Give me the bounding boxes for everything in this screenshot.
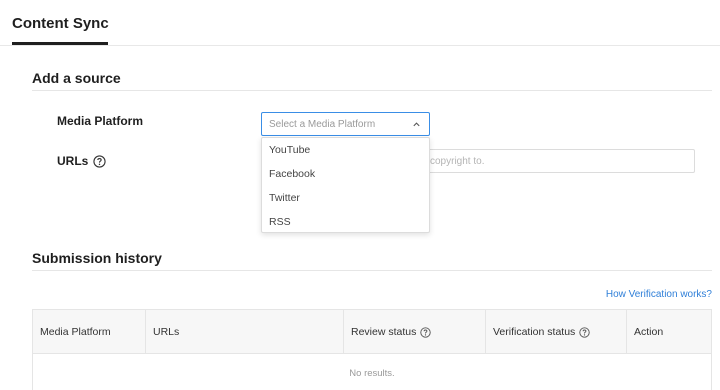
- active-tab-indicator: [12, 42, 108, 45]
- tab-bar: Content Sync: [0, 0, 720, 46]
- submission-history-divider: [32, 270, 712, 271]
- chevron-up-icon: [412, 120, 421, 129]
- add-source-divider: [32, 90, 712, 91]
- media-platform-select[interactable]: Select a Media Platform: [261, 112, 430, 136]
- urls-label: URLs: [57, 154, 106, 168]
- column-header-urls: URLs: [146, 310, 344, 354]
- media-platform-label: Media Platform: [57, 114, 143, 128]
- column-header-label: Action: [634, 326, 664, 338]
- column-header-media-platform: Media Platform: [33, 310, 146, 354]
- submission-history-table: Media Platform URLs Review status Verifi…: [32, 309, 712, 390]
- help-circle-icon[interactable]: [93, 154, 106, 168]
- submission-history-title: Submission history: [32, 250, 162, 266]
- column-header-verification-status: Verification status: [486, 310, 627, 354]
- help-circle-icon[interactable]: [579, 326, 590, 338]
- dropdown-option-youtube[interactable]: YouTube: [262, 138, 429, 162]
- tab-content-sync[interactable]: Content Sync: [12, 15, 109, 32]
- column-header-action: Action: [627, 310, 711, 354]
- column-header-label: Media Platform: [40, 326, 111, 338]
- dropdown-option-twitter[interactable]: Twitter: [262, 186, 429, 210]
- column-header-label: URLs: [153, 326, 180, 338]
- column-header-label: Verification status: [493, 326, 576, 338]
- dropdown-option-facebook[interactable]: Facebook: [262, 162, 429, 186]
- help-circle-icon[interactable]: [420, 326, 432, 338]
- dropdown-option-rss[interactable]: RSS: [262, 210, 429, 234]
- table-header: Media Platform URLs Review status Verifi…: [33, 310, 711, 354]
- column-header-review-status: Review status: [344, 310, 486, 354]
- urls-label-text: URLs: [57, 154, 89, 168]
- media-platform-dropdown: YouTube Facebook Twitter RSS: [261, 137, 430, 233]
- how-verification-works-link[interactable]: How Verification works?: [606, 289, 712, 300]
- empty-state-text: No results.: [349, 368, 395, 379]
- add-source-title: Add a source: [32, 70, 121, 86]
- column-header-label: Review status: [351, 326, 417, 338]
- media-platform-label-text: Media Platform: [57, 114, 144, 128]
- media-platform-placeholder: Select a Media Platform: [269, 118, 376, 130]
